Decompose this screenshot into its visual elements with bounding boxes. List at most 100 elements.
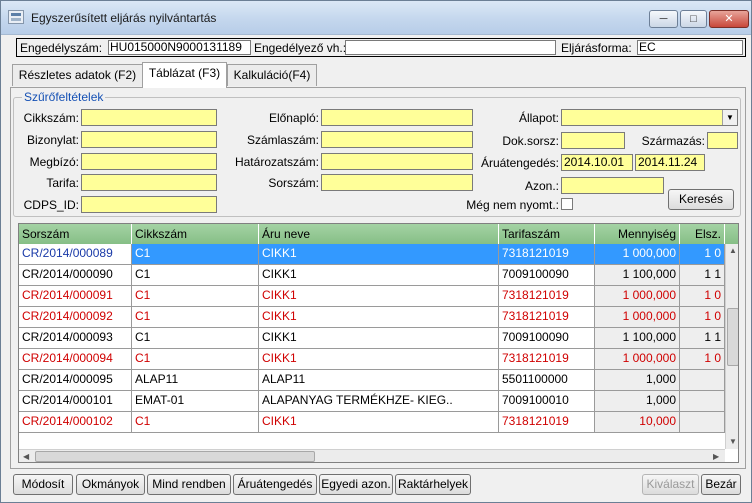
col-header-serial[interactable]: Sorszám (19, 224, 132, 244)
col-header-tariff[interactable]: Tarifaszám (499, 224, 595, 244)
cell-item-number[interactable]: C1 (132, 265, 259, 286)
cell-tariff[interactable]: 5501100000 (499, 370, 595, 391)
all-ok-button[interactable]: Mind rendben (147, 474, 231, 495)
cell-tariff[interactable]: 7009100010 (499, 391, 595, 412)
storage-locations-button[interactable]: Raktárhelyek (395, 474, 471, 495)
cell-goods-name[interactable]: CIKK1 (259, 286, 499, 307)
cell-goods-name[interactable]: CIKK1 (259, 412, 499, 433)
table-row[interactable]: CR/2014/000089 C1 CIKK1 7318121019 1 000,000… (19, 244, 725, 265)
cell-goods-name[interactable]: CIKK1 (259, 328, 499, 349)
cell-serial[interactable]: CR/2014/000089 (19, 244, 132, 265)
cell-tariff[interactable]: 7009100090 (499, 328, 595, 349)
documents-button[interactable]: Okmányok (76, 474, 145, 495)
col-header-item-number[interactable]: Cikkszám (132, 224, 259, 244)
table-row[interactable]: CR/2014/000090 C1 CIKK1 7009100090 1 100,000… (19, 265, 725, 286)
cell-settlement[interactable]: 1 0 (680, 244, 725, 265)
close-button[interactable]: ✕ (709, 10, 749, 28)
cell-goods-name[interactable]: CIKK1 (259, 307, 499, 328)
tab-calculation[interactable]: Kalkuláció(F4) (227, 64, 317, 86)
status-dropdown[interactable]: ▼ (561, 109, 738, 126)
cell-goods-name[interactable]: CIKK1 (259, 265, 499, 286)
table-row[interactable]: CR/2014/000101 EMAT-01 ALAPANYAG TERMÉKHZE… (19, 391, 725, 412)
vertical-scroll-thumb[interactable] (727, 308, 738, 366)
vertical-scrollbar[interactable]: ▲ ▼ (725, 244, 738, 449)
cell-settlement[interactable]: 1 0 (680, 307, 725, 328)
cell-tariff[interactable]: 7318121019 (499, 349, 595, 370)
license-number-field[interactable]: HU015000N9000131189 (108, 40, 251, 55)
close-dialog-button[interactable]: Bezár (701, 474, 741, 495)
col-header-goods-name[interactable]: Áru neve (259, 224, 499, 244)
cell-settlement[interactable]: 1 0 (680, 286, 725, 307)
not-printed-checkbox[interactable] (561, 198, 573, 210)
unique-id-button[interactable]: Egyedi azon. (319, 474, 393, 495)
table-row[interactable]: CR/2014/000093 C1 CIKK1 7009100090 1 100,000… (19, 328, 725, 349)
title-bar[interactable]: Egyszerűsített eljárás nyilvántartás ─ □… (1, 1, 751, 35)
cell-tariff[interactable]: 7318121019 (499, 412, 595, 433)
tariff-input[interactable] (81, 174, 217, 191)
scroll-left-icon[interactable]: ◀ (23, 452, 29, 461)
cell-item-number[interactable]: C1 (132, 286, 259, 307)
chevron-down-icon[interactable]: ▼ (722, 110, 737, 125)
authorizing-office-field[interactable] (345, 40, 556, 55)
cell-settlement[interactable]: 1 1 (680, 265, 725, 286)
cell-settlement[interactable] (680, 391, 725, 412)
select-button[interactable]: Kiválaszt (642, 474, 699, 495)
resolution-number-input[interactable] (321, 153, 473, 170)
tab-table[interactable]: Táblázat (F3) (142, 62, 227, 88)
table-row[interactable]: CR/2014/000095 ALAP11 ALAP11 5501100000 1,00… (19, 370, 725, 391)
release-date-to-input[interactable]: 2014.11.24 (635, 154, 705, 171)
cell-tariff[interactable]: 7009100090 (499, 265, 595, 286)
document-input[interactable] (81, 131, 217, 148)
scroll-right-icon[interactable]: ▶ (713, 452, 719, 461)
horizontal-scrollbar[interactable]: ◀ ▶ (19, 449, 725, 462)
procedure-form-field[interactable]: EC (637, 40, 743, 55)
horizontal-scroll-thumb[interactable] (35, 451, 315, 462)
cell-serial[interactable]: CR/2014/000091 (19, 286, 132, 307)
cell-serial[interactable]: CR/2014/000101 (19, 391, 132, 412)
invoice-number-input[interactable] (321, 131, 473, 148)
cell-item-number[interactable]: ALAP11 (132, 370, 259, 391)
cell-quantity[interactable]: 1 100,000 (595, 328, 680, 349)
col-header-quantity[interactable]: Mennyiség (595, 224, 680, 244)
maximize-button[interactable]: □ (680, 10, 707, 28)
cell-item-number[interactable]: C1 (132, 328, 259, 349)
cell-serial[interactable]: CR/2014/000094 (19, 349, 132, 370)
cell-settlement[interactable]: 1 0 (680, 349, 725, 370)
scroll-up-icon[interactable]: ▲ (729, 246, 737, 255)
cell-item-number[interactable]: C1 (132, 307, 259, 328)
cell-tariff[interactable]: 7318121019 (499, 307, 595, 328)
cell-serial[interactable]: CR/2014/000090 (19, 265, 132, 286)
cell-item-number[interactable]: EMAT-01 (132, 391, 259, 412)
cell-item-number[interactable]: C1 (132, 244, 259, 265)
cell-quantity[interactable]: 1 000,000 (595, 307, 680, 328)
item-number-input[interactable] (81, 109, 217, 126)
doc-serial-input[interactable] (561, 132, 625, 149)
cdps-id-input[interactable] (81, 196, 217, 213)
cell-tariff[interactable]: 7318121019 (499, 286, 595, 307)
cell-settlement[interactable]: 1 1 (680, 328, 725, 349)
col-header-settlement[interactable]: Elsz. (680, 224, 725, 244)
cell-goods-name[interactable]: ALAP11 (259, 370, 499, 391)
release-button[interactable]: Áruátengedés (233, 474, 317, 495)
serial-number-input[interactable] (321, 174, 473, 191)
search-button[interactable]: Keresés (668, 189, 734, 210)
minimize-button[interactable]: ─ (649, 10, 678, 28)
cell-quantity[interactable]: 1 000,000 (595, 244, 680, 265)
cell-item-number[interactable]: C1 (132, 412, 259, 433)
identifier-input[interactable] (561, 177, 664, 194)
cell-serial[interactable]: CR/2014/000093 (19, 328, 132, 349)
table-row[interactable]: CR/2014/000091 C1 CIKK1 7318121019 1 000,000… (19, 286, 725, 307)
cell-settlement[interactable] (680, 412, 725, 433)
table-row[interactable]: CR/2014/000094 C1 CIKK1 7318121019 1 000,000… (19, 349, 725, 370)
cell-quantity[interactable]: 10,000 (595, 412, 680, 433)
cell-quantity[interactable]: 1 000,000 (595, 286, 680, 307)
cell-goods-name[interactable]: ALAPANYAG TERMÉKHZE- KIEG.. (259, 391, 499, 412)
origin-input[interactable] (707, 132, 738, 149)
table-row[interactable]: CR/2014/000092 C1 CIKK1 7318121019 1 000,000… (19, 307, 725, 328)
cell-goods-name[interactable]: CIKK1 (259, 349, 499, 370)
tab-details[interactable]: Részletes adatok (F2) (12, 64, 143, 86)
prelog-input[interactable] (321, 109, 473, 126)
scroll-down-icon[interactable]: ▼ (729, 437, 737, 446)
cell-settlement[interactable] (680, 370, 725, 391)
client-input[interactable] (81, 153, 217, 170)
